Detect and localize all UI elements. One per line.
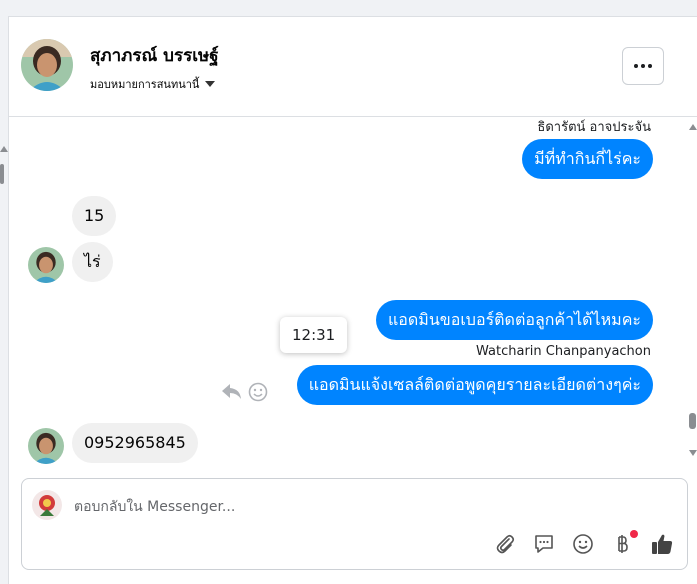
thread-scrollbar[interactable] <box>689 118 697 466</box>
contact-name[interactable]: สุภาภรณ์ บรรเษฐ์ <box>90 42 219 69</box>
conversation-header: สุภาภรณ์ บรรเษฐ์ มอบหมายการสนทนานี้ <box>9 17 697 117</box>
emoji-icon[interactable] <box>570 531 596 557</box>
more-options-icon-dot <box>648 64 652 68</box>
message-bubble-outgoing[interactable]: มีที่ทำกินกี่ไร่คะ <box>522 139 653 179</box>
message-bubble-incoming[interactable]: 15 <box>72 196 117 236</box>
message-bubble-incoming[interactable]: 0952965845 <box>72 423 198 463</box>
top-strip <box>0 0 697 17</box>
saved-replies-icon[interactable] <box>531 531 557 557</box>
message-thread[interactable]: ธิดารัตน์ อาจประจัน มีที่ทำกินกี่ไร่คะ 1… <box>9 117 689 467</box>
page-avatar <box>32 490 62 520</box>
left-scroll-up-icon[interactable] <box>0 146 8 152</box>
notification-dot <box>630 530 638 538</box>
more-options-icon-dot <box>641 64 645 68</box>
emoji-react-icon[interactable] <box>248 382 268 406</box>
like-icon[interactable] <box>649 531 675 557</box>
assign-conversation-dropdown[interactable]: มอบหมายการสนทนานี้ <box>90 75 216 93</box>
message-bubble-outgoing[interactable]: แอดมินแจ้งเซลล์ติดต่อพูดคุยรายละเอียดต่า… <box>296 365 653 405</box>
scrollbar-thumb[interactable] <box>689 413 696 429</box>
left-scrollbar-thumb[interactable] <box>0 164 4 184</box>
sender-name: ธิดารัตน์ อาจประจัน <box>537 120 651 135</box>
contact-avatar[interactable] <box>21 39 73 91</box>
more-options-button[interactable] <box>622 47 664 85</box>
more-options-icon <box>634 64 638 68</box>
reply-composer <box>21 478 688 570</box>
reply-input[interactable] <box>72 493 636 521</box>
message-bubble-incoming[interactable]: ไร่ <box>72 242 113 282</box>
contact-avatar-small[interactable] <box>28 247 64 283</box>
timestamp-tooltip: 12:31 <box>280 317 348 353</box>
left-panel-edge <box>0 16 9 584</box>
scroll-down-icon[interactable] <box>689 450 697 456</box>
chevron-down-icon <box>205 81 216 87</box>
attachment-icon[interactable] <box>492 531 518 557</box>
message-bubble-outgoing[interactable]: แอดมินขอเบอร์ติดต่อลูกค้าได้ไหมคะ <box>375 300 653 340</box>
reply-icon[interactable] <box>221 382 243 404</box>
assign-label: มอบหมายการสนทนานี้ <box>90 78 200 91</box>
sender-name: Watcharin Chanpanyachon <box>476 344 651 359</box>
contact-avatar-small[interactable] <box>28 428 64 464</box>
scroll-up-icon[interactable] <box>689 124 697 130</box>
